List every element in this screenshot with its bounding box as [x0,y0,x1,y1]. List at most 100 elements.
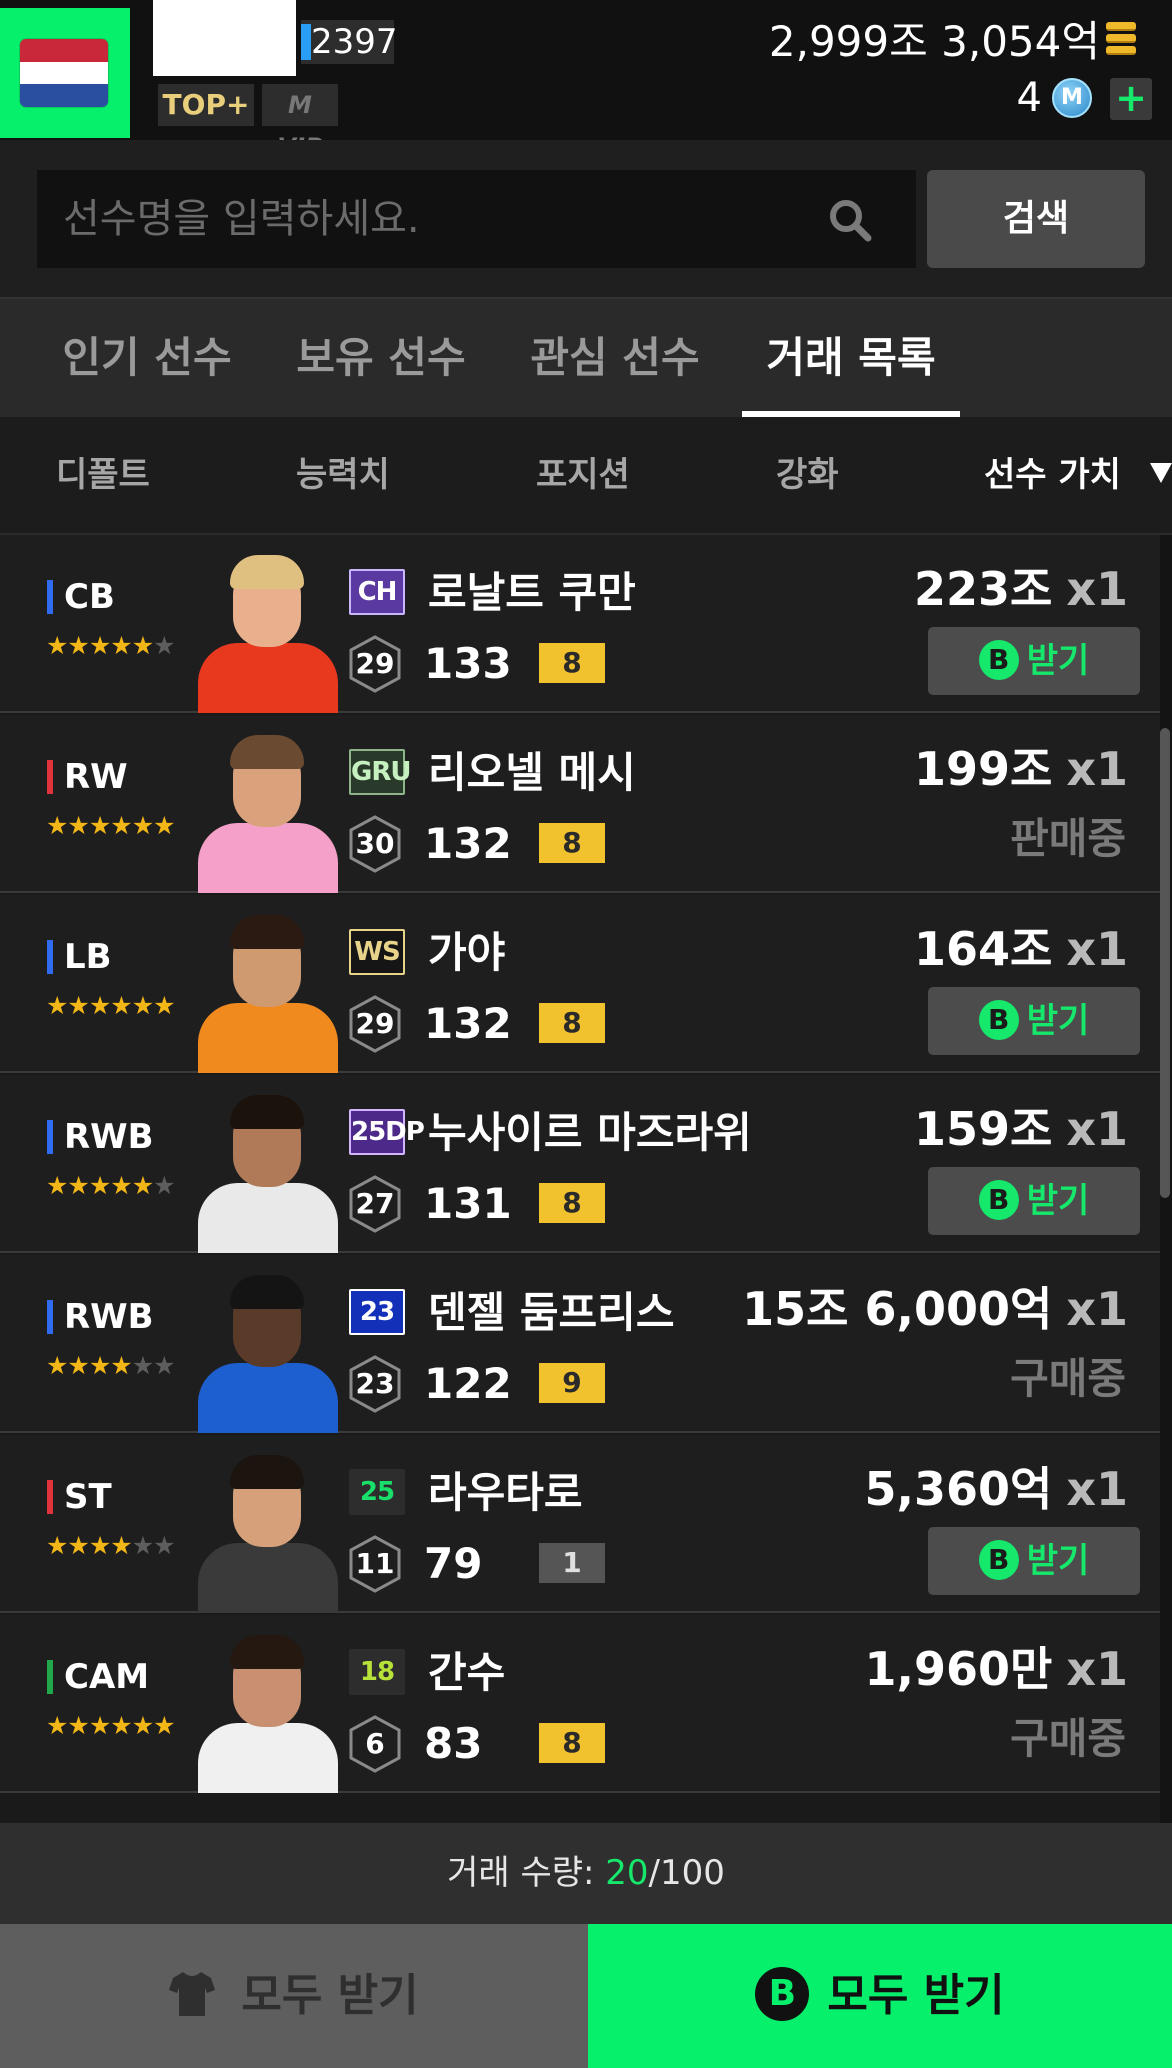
player-photo[interactable] [188,1453,348,1613]
sort-upgrade[interactable]: 강화 [776,417,839,533]
star-icon: ★ [131,1711,154,1740]
star-icon: ★ [110,1351,132,1380]
player-ovr: 83 [424,1719,483,1768]
trade-row[interactable]: RW ★★★★★★ GRU 리오넬 메시 30 132 8 199조 x1 판매중 [0,715,1160,893]
player-name[interactable]: 간수 [428,1645,505,1701]
age-hexagon: 23 [348,1355,402,1413]
season-badge: 18 [349,1649,405,1695]
vip-tag[interactable]: M VIP [262,84,338,161]
top-plus-tag[interactable]: TOP+ [158,84,254,126]
m-coin-icon: M [1052,78,1092,118]
star-icon: ★ [131,1351,154,1380]
trade-row[interactable]: LB ★★★★★★ WS 가야 29 132 8 164조 x1 B 받기 [0,895,1160,1073]
star-icon: ★ [110,1531,132,1560]
star-icon: ★ [46,1711,68,1740]
star-icon: ★ [67,991,89,1020]
trade-row[interactable]: RWB ★★★★★★ 23 덴젤 둠프리스 23 122 9 15조 6,000… [0,1255,1160,1433]
quantity: x1 [1066,1102,1128,1156]
player-position: RWB [64,1117,154,1157]
star-icon: ★ [46,631,68,660]
search-button[interactable]: 검색 [927,170,1145,268]
bp-icon: B [755,1967,810,2021]
add-currency-button[interactable]: + [1110,78,1152,120]
tab-bar: 인기 선수 보유 선수 관심 선수 거래 목록 [0,297,1172,417]
position-color-bar [47,1660,53,1694]
player-photo[interactable] [188,1633,348,1793]
sort-ovr[interactable]: 능력치 [296,417,390,533]
age-hexagon: 30 [348,815,402,873]
price-value: 1,960만 [864,1642,1053,1696]
receive-all-items-button[interactable]: 모두 받기 [0,1924,588,2068]
star-icon: ★ [110,1711,132,1740]
player-photo[interactable] [188,913,348,1073]
trade-row[interactable]: CB ★★★★★★ CH 로날트 쿠만 29 133 8 223조 x1 B 받기 [0,535,1160,713]
tab-trade-list[interactable]: 거래 목록 [742,299,960,417]
receive-button-label: 받기 [1026,1541,1090,1581]
star-icon: ★ [88,991,111,1020]
receive-button[interactable]: B 받기 [928,987,1140,1055]
position-color-bar [47,940,53,974]
club-flag-box[interactable] [0,8,130,138]
star-icon: ★ [46,1531,68,1560]
sort-desc-arrow-icon[interactable] [1150,463,1172,483]
player-photo[interactable] [188,1093,348,1253]
bp-icon: B [978,1539,1019,1580]
player-name-redacted [153,0,296,76]
receive-button[interactable]: B 받기 [928,1167,1140,1235]
player-name[interactable]: 라우타로 [428,1465,583,1521]
player-name[interactable]: 로날트 쿠만 [428,565,636,621]
sort-player-value[interactable]: 선수 가치 [984,417,1121,533]
trade-quantity-max: /100 [648,1853,725,1893]
upgrade-badge: 9 [539,1363,605,1403]
star-rating: ★★★★★★ [46,1171,176,1201]
star-icon: ★ [131,1171,154,1200]
list-scroll-thumb[interactable] [1160,728,1170,1198]
upgrade-badge: 1 [539,1543,605,1583]
receive-all-bp-button[interactable]: B 모두 받기 [588,1924,1172,2068]
upgrade-badge: 8 [539,643,605,683]
sort-position[interactable]: 포지션 [536,417,630,533]
receive-button[interactable]: B 받기 [928,1527,1140,1595]
star-icon: ★ [88,811,111,840]
sort-default[interactable]: 디폴트 [56,417,150,533]
level-value: 2397 [301,20,398,64]
player-name[interactable]: 덴젤 둠프리스 [428,1285,674,1341]
trade-price: 164조 x1 [914,919,1128,979]
star-icon: ★ [153,1171,175,1200]
player-position: CAM [64,1657,150,1697]
trade-row[interactable]: RWB ★★★★★★ 25DP 누사이르 마즈라위 27 131 8 159조 x… [0,1075,1160,1253]
star-icon: ★ [88,1351,111,1380]
tab-owned-players[interactable]: 보유 선수 [294,299,468,417]
player-search-input[interactable] [37,170,916,268]
trade-row[interactable]: ST ★★★★★★ 25 라우타로 11 79 1 5,360억 x1 B 받기 [0,1435,1160,1613]
search-icon[interactable] [826,196,874,244]
player-age: 29 [355,1007,395,1040]
price-value: 159조 [913,1102,1053,1156]
receive-button[interactable]: B 받기 [928,627,1140,695]
shirt-icon [169,1972,216,2016]
star-icon: ★ [88,1531,111,1560]
age-hexagon: 29 [348,635,402,693]
player-photo[interactable] [188,1273,348,1433]
player-age: 27 [355,1187,395,1220]
player-name[interactable]: 가야 [428,925,505,981]
tab-popular-players[interactable]: 인기 선수 [60,299,234,417]
player-name[interactable]: 리오넬 메시 [428,745,636,801]
player-name[interactable]: 누사이르 마즈라위 [428,1105,752,1161]
star-icon: ★ [110,631,132,660]
tab-watch-players[interactable]: 관심 선수 [528,299,702,417]
star-icon: ★ [131,991,154,1020]
upgrade-badge: 8 [539,823,605,863]
player-ovr: 79 [424,1539,483,1588]
trade-row[interactable]: CAM ★★★★★★ 18 간수 6 83 8 1,960만 x1 구매중 [0,1615,1160,1793]
star-icon: ★ [67,1531,89,1560]
receive-all-items-label: 모두 받기 [241,1970,419,2021]
trade-quantity-label: 거래 수량: [447,1853,606,1893]
season-badge: 23 [349,1289,405,1335]
netherlands-flag-icon [20,39,108,107]
receive-button-label: 받기 [1026,641,1090,681]
player-photo[interactable] [188,553,348,713]
player-photo[interactable] [188,733,348,893]
star-icon: ★ [67,1351,89,1380]
trade-quantity-bar: 거래 수량: 20/100 [0,1823,1172,1924]
